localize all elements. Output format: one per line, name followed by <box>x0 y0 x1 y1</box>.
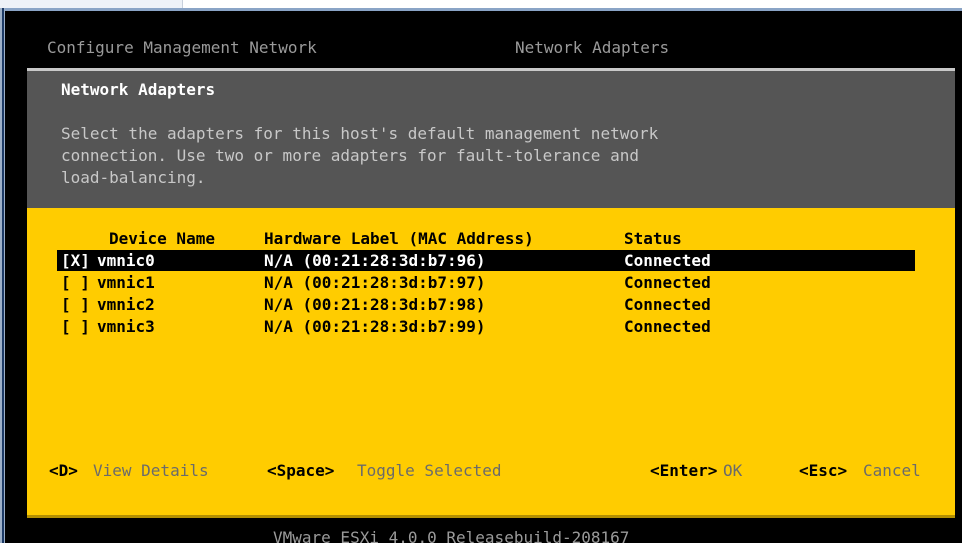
column-header-status: Status <box>624 229 682 248</box>
selection-highlight <box>57 316 915 337</box>
dialog-description-line: connection. Use two or more adapters for… <box>61 146 639 165</box>
ok-key[interactable]: <Enter> <box>650 460 717 482</box>
adapter-row-vmnic2[interactable]: [ ] vmnic2 N/A (00:21:28:3d:b7:98) Conne… <box>27 294 955 316</box>
console-footer: VMware ESXi 4.0.0 Releasebuild-208167 <box>5 518 962 543</box>
adapter-status: Connected <box>624 295 711 314</box>
adapter-hardware-label: N/A (00:21:28:3d:b7:98) <box>264 295 486 314</box>
ok-label[interactable]: OK <box>723 460 742 482</box>
column-header-hardware-label: Hardware Label (MAC Address) <box>264 229 534 248</box>
adapter-status: Connected <box>624 273 711 292</box>
view-details-key[interactable]: <D> <box>49 460 78 482</box>
console-header-section: Network Adapters <box>515 38 670 57</box>
adapter-row-vmnic1[interactable]: [ ] vmnic1 N/A (00:21:28:3d:b7:97) Conne… <box>27 272 955 294</box>
adapter-status: Connected <box>624 317 711 336</box>
host-window-top-strip <box>0 0 962 8</box>
view-details-label[interactable]: View Details <box>93 460 209 482</box>
dialog-key-hints: <D> View Details <Space> Toggle Selected… <box>27 460 955 482</box>
selection-highlight <box>57 250 915 271</box>
toggle-selected-label[interactable]: Toggle Selected <box>357 460 502 482</box>
adapter-device-name: vmnic0 <box>97 251 155 270</box>
dialog-title: Network Adapters <box>61 80 216 99</box>
left-border-line <box>2 8 4 543</box>
selection-highlight <box>57 272 915 293</box>
adapter-hardware-label: N/A (00:21:28:3d:b7:99) <box>264 317 486 336</box>
cancel-label[interactable]: Cancel <box>863 460 921 482</box>
adapter-status: Connected <box>624 251 711 270</box>
adapter-checkbox[interactable]: [X] <box>61 250 90 272</box>
network-adapters-dialog: Network Adapters Select the adapters for… <box>27 68 955 518</box>
adapter-device-name: vmnic2 <box>97 295 155 314</box>
toggle-selected-key[interactable]: <Space> <box>267 460 334 482</box>
adapter-checkbox[interactable]: [ ] <box>61 316 90 338</box>
console-header: Configure Management Network Network Ada… <box>5 11 962 68</box>
column-header-device-name: Device Name <box>109 229 215 248</box>
adapter-hardware-label: N/A (00:21:28:3d:b7:97) <box>264 273 486 292</box>
adapter-row-vmnic0[interactable]: [X] vmnic0 N/A (00:21:28:3d:b7:96) Conne… <box>27 250 955 272</box>
adapter-device-name: vmnic1 <box>97 273 155 292</box>
dialog-description-line: load-balancing. <box>61 168 206 187</box>
dialog-header: Network Adapters Select the adapters for… <box>27 68 955 208</box>
adapter-table-panel: Device Name Hardware Label (MAC Address)… <box>27 208 955 518</box>
selection-highlight <box>57 294 915 315</box>
table-header: Device Name Hardware Label (MAC Address)… <box>27 228 955 250</box>
adapter-checkbox[interactable]: [ ] <box>61 272 90 294</box>
adapter-checkbox[interactable]: [ ] <box>61 294 90 316</box>
console-header-title: Configure Management Network <box>47 38 317 57</box>
host-window-tab[interactable] <box>0 0 183 8</box>
dcui-console: Configure Management Network Network Ada… <box>5 11 962 543</box>
adapter-row-vmnic3[interactable]: [ ] vmnic3 N/A (00:21:28:3d:b7:99) Conne… <box>27 316 955 338</box>
version-banner: VMware ESXi 4.0.0 Releasebuild-208167 <box>273 528 630 543</box>
adapter-hardware-label: N/A (00:21:28:3d:b7:96) <box>264 251 486 270</box>
cancel-key[interactable]: <Esc> <box>799 460 847 482</box>
adapter-device-name: vmnic3 <box>97 317 155 336</box>
dialog-description-line: Select the adapters for this host's defa… <box>61 124 659 143</box>
